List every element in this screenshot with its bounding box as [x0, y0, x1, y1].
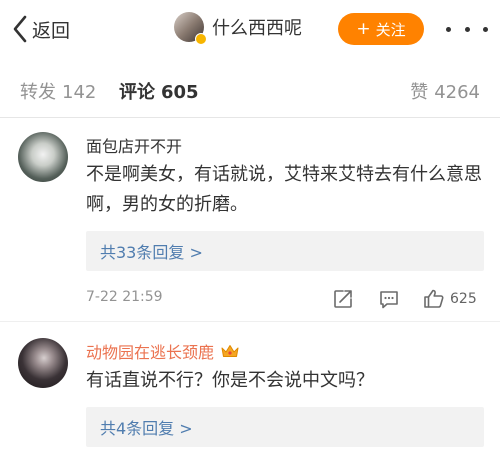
like-button[interactable]: 625	[422, 286, 477, 312]
tab-forward-label: 转发	[20, 82, 56, 103]
tab-like-count: 4264	[434, 82, 480, 103]
tab-forward[interactable]: 转发 142	[20, 78, 96, 104]
tab-comment[interactable]: 评论 605	[119, 78, 199, 104]
tab-forward-count: 142	[62, 82, 97, 103]
commenter-name[interactable]: 面包店开不开	[86, 133, 182, 157]
commenter-avatar[interactable]	[18, 338, 68, 388]
top-nav-bar: 返回 什么西西呢 + 关注	[0, 0, 500, 58]
verified-badge-icon	[195, 33, 207, 45]
follow-label: 关注	[375, 20, 406, 39]
more-dot-icon	[483, 26, 488, 32]
follow-button[interactable]: + 关注	[338, 13, 424, 45]
more-options-button[interactable]	[446, 17, 488, 41]
more-dot-icon	[464, 26, 470, 32]
chevron-left-icon	[13, 15, 27, 43]
comment-time: 7-22 21:59	[86, 289, 163, 305]
commenter-avatar[interactable]	[18, 132, 68, 182]
crown-icon	[220, 343, 240, 359]
author-avatar[interactable]	[174, 12, 207, 45]
comment-meta: 7-22 21:59 625	[0, 284, 500, 314]
tab-comment-count: 605	[161, 82, 199, 103]
comment-icon	[380, 291, 398, 309]
thumbs-up-icon	[424, 289, 444, 308]
back-label: 返回	[32, 19, 71, 42]
share-icon	[334, 290, 352, 308]
view-replies-button[interactable]: 共33条回复 >	[86, 231, 484, 271]
back-button[interactable]: 返回	[12, 14, 70, 44]
comment-item: 动物园在逃长颈鹿 有话直说不行？你是不会说中文吗？ 共4条回复 >	[0, 322, 500, 454]
commenter-name-row: 动物园在逃长颈鹿	[86, 339, 240, 363]
share-button[interactable]	[332, 286, 354, 312]
tab-comment-label: 评论	[119, 82, 155, 103]
comment-text: 有话直说不行？你是不会说中文吗？	[86, 370, 374, 391]
more-dot-icon	[446, 26, 451, 32]
post-author[interactable]: 什么西西呢	[174, 12, 302, 45]
like-count: 625	[450, 291, 477, 307]
tab-like[interactable]: 赞 4264	[410, 78, 480, 104]
comment-item: 面包店开不开 不是啊美女，有话就说，艾特来艾特去有什么意思啊，男的女的折磨。 共…	[0, 118, 500, 322]
author-name[interactable]: 什么西西呢	[212, 14, 302, 40]
tab-like-label: 赞	[410, 82, 429, 103]
tab-bar: 转发 142 评论 605 赞 4264	[0, 58, 500, 118]
view-replies-button[interactable]: 共4条回复 >	[86, 407, 484, 447]
comment-text: 不是啊美女，有话就说，艾特来艾特去有什么意思啊，男的女的折磨。	[86, 164, 482, 215]
plus-icon: +	[356, 18, 371, 39]
commenter-name[interactable]: 动物园在逃长颈鹿	[86, 339, 214, 363]
reply-button[interactable]	[378, 286, 400, 312]
